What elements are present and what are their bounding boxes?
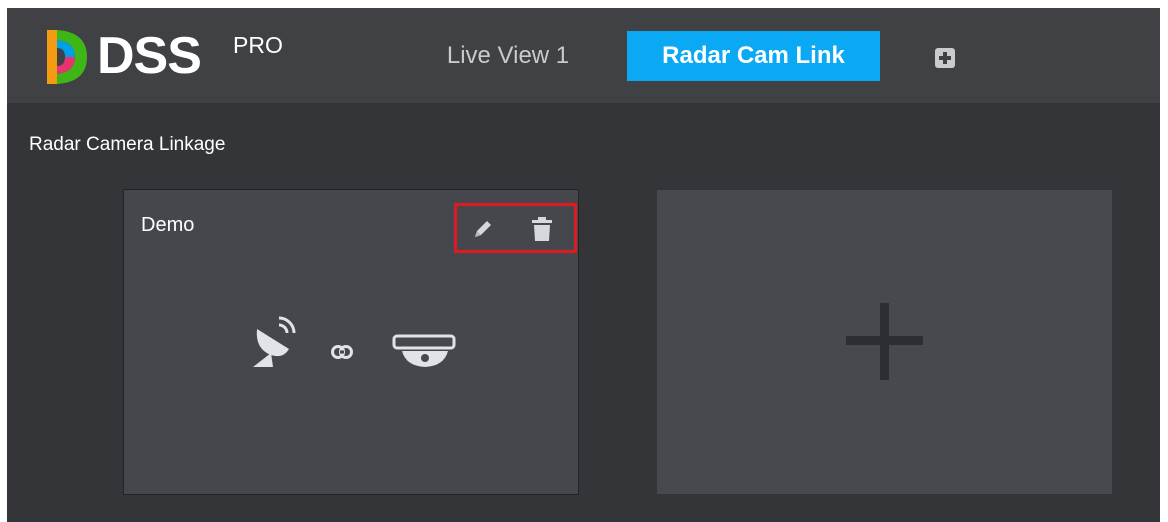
edit-icon[interactable] bbox=[472, 218, 494, 240]
radar-dish-icon bbox=[253, 316, 296, 367]
section-title: Radar Camera Linkage bbox=[29, 134, 226, 155]
top-bar: DSS PRO Live View 1 Radar Cam Link bbox=[7, 8, 1160, 103]
plus-icon-vertical bbox=[880, 303, 889, 380]
linkage-card-demo[interactable]: Demo bbox=[123, 189, 579, 495]
tab-radar-cam-link[interactable]: Radar Cam Link bbox=[627, 31, 880, 81]
dome-camera-icon bbox=[392, 334, 456, 367]
app-window: DSS PRO Live View 1 Radar Cam Link Radar… bbox=[7, 8, 1160, 522]
card-name: Demo bbox=[141, 214, 195, 236]
tab-live-view-1[interactable]: Live View 1 bbox=[423, 31, 593, 81]
add-linkage-card[interactable] bbox=[657, 190, 1112, 494]
logo-mark-icon bbox=[47, 30, 87, 84]
logo-suffix: PRO bbox=[233, 32, 283, 58]
card-actions-highlight bbox=[454, 203, 577, 253]
delete-icon[interactable] bbox=[531, 217, 553, 241]
link-icon bbox=[331, 345, 353, 359]
add-tab-plus-square-icon[interactable] bbox=[935, 48, 955, 68]
logo-text: DSS bbox=[97, 27, 202, 85]
